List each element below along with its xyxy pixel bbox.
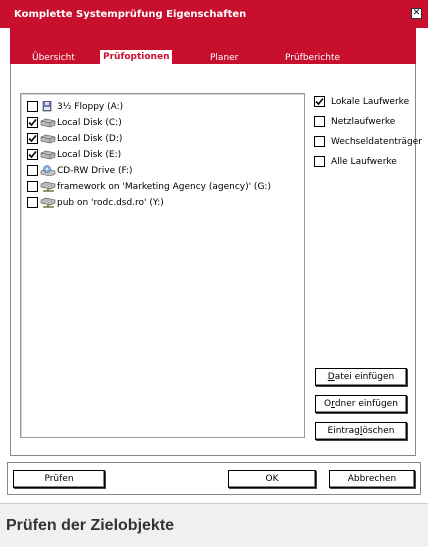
ok-button[interactable]: OK <box>228 470 316 488</box>
button-label: O <box>324 399 332 409</box>
scan-button[interactable]: Prüfen <box>13 470 105 488</box>
floppy-drive-icon <box>40 100 56 112</box>
local-drives-checkbox[interactable] <box>314 96 325 107</box>
window-title: Komplette Systemprüfung Eigenschaften <box>14 8 247 20</box>
list-item[interactable]: framework on 'Marketing Agency (agency)'… <box>27 180 271 193</box>
drive-checkbox[interactable] <box>27 149 38 160</box>
drive-list[interactable]: 3½ Floppy (A:) Local Disk (C:) Local Dis… <box>20 93 305 438</box>
option-local-drives[interactable]: Lokale Laufwerke <box>314 95 409 108</box>
option-removable-drives[interactable]: Wechseldatenträger <box>314 135 422 148</box>
properties-dialog: Komplette Systemprüfung Eigenschaften ✕ … <box>0 0 428 503</box>
drive-checkbox[interactable] <box>27 197 38 208</box>
hard-disk-icon <box>40 117 56 128</box>
cancel-button[interactable]: Abbrechen <box>329 470 415 488</box>
caption-bar: Prüfen der Zielobjekte <box>0 503 428 547</box>
drive-label: Local Disk (E:) <box>57 149 122 160</box>
list-item[interactable]: pub on 'rodc.dsd.ro' (Y:) <box>27 196 164 209</box>
drive-label: Local Disk (D:) <box>57 133 123 144</box>
drive-label: pub on 'rodc.dsd.ro' (Y:) <box>57 197 164 208</box>
all-drives-checkbox[interactable] <box>314 156 325 167</box>
delete-entry-button[interactable]: Eintrag l öschen <box>315 422 407 440</box>
list-item[interactable]: Local Disk (C:) <box>27 116 122 129</box>
drive-label: framework on 'Marketing Agency (agency)'… <box>57 181 271 192</box>
title-bar: Komplette Systemprüfung Eigenschaften ✕ <box>0 0 428 28</box>
tab-scan-options[interactable]: Prüfoptionen <box>100 50 173 64</box>
cd-drive-icon <box>40 165 56 177</box>
drive-checkbox[interactable] <box>27 165 38 176</box>
add-file-button[interactable]: Datei einfügen <box>315 368 407 386</box>
tab-overview[interactable]: Übersicht <box>32 53 75 64</box>
list-item[interactable]: Local Disk (D:) <box>27 132 122 145</box>
tab-scheduler[interactable]: Planer <box>210 53 238 64</box>
drive-label: CD-RW Drive (F:) <box>57 165 133 176</box>
list-item[interactable]: Local Disk (E:) <box>27 148 121 161</box>
option-label: Netzlaufwerke <box>331 116 396 127</box>
button-label: Eintrag <box>327 426 360 436</box>
hard-disk-icon <box>40 133 56 144</box>
drive-checkbox[interactable] <box>27 101 38 112</box>
mnemonic-char: D <box>327 372 335 382</box>
button-label: öschen <box>362 426 395 436</box>
button-label: atei einfügen <box>334 372 395 382</box>
close-icon[interactable]: ✕ <box>411 8 422 19</box>
option-label: Wechseldatenträger <box>331 136 422 147</box>
tab-bar: Übersicht Prüfoptionen Planer Prüfberich… <box>10 28 416 64</box>
button-label: dner einfügen <box>334 399 398 409</box>
hard-disk-icon <box>40 149 56 160</box>
option-label: Alle Laufwerke <box>331 156 397 167</box>
drive-checkbox[interactable] <box>27 117 38 128</box>
network-drive-icon <box>40 181 56 192</box>
list-item[interactable]: CD-RW Drive (F:) <box>27 164 133 177</box>
drive-checkbox[interactable] <box>27 133 38 144</box>
tab-scan-reports[interactable]: Prüfberichte <box>285 53 340 64</box>
list-item[interactable]: 3½ Floppy (A:) <box>27 100 123 113</box>
option-network-drives[interactable]: Netzlaufwerke <box>314 115 395 128</box>
add-folder-button[interactable]: Or dner einfügen <box>315 395 407 413</box>
option-all-drives[interactable]: Alle Laufwerke <box>314 155 397 168</box>
drive-checkbox[interactable] <box>27 181 38 192</box>
drive-label: 3½ Floppy (A:) <box>57 101 124 112</box>
network-drives-checkbox[interactable] <box>314 116 325 127</box>
caption-title: Prüfen der Zielobjekte <box>6 517 175 534</box>
option-label: Lokale Laufwerke <box>331 96 410 107</box>
drive-label: Local Disk (C:) <box>57 117 122 128</box>
removable-drives-checkbox[interactable] <box>314 136 325 147</box>
network-drive-icon <box>40 197 56 208</box>
